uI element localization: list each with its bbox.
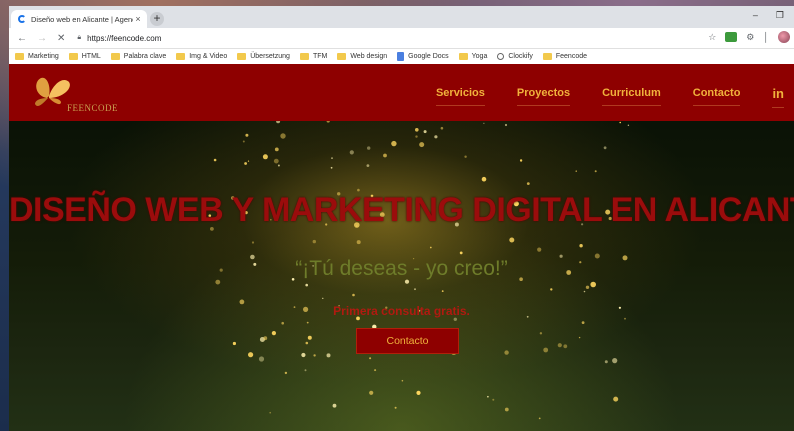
- lock-icon: 🔒︎: [77, 34, 82, 41]
- navigation-buttons: ← → ✕: [17, 33, 65, 44]
- minimize-icon[interactable]: –: [753, 10, 758, 21]
- folder-icon: [15, 53, 24, 60]
- bookmark-star-icon[interactable]: ☆: [708, 32, 716, 43]
- url-text: https://feencode.com: [87, 33, 162, 43]
- bookmark-label: Img & Video: [189, 53, 228, 60]
- bookmark-label: Palabra clave: [123, 53, 167, 60]
- hero-section: DISEÑO WEB Y MARKETING DIGITAL EN ALICAN…: [9, 121, 794, 431]
- bookmark-label: Übersetzung: [250, 53, 290, 60]
- address-bar[interactable]: 🔒︎ https://feencode.com: [77, 34, 161, 43]
- bookmark-label: TFM: [312, 53, 328, 60]
- linkedin-icon[interactable]: in: [772, 86, 784, 108]
- bookmark-label: Clockify: [508, 53, 533, 60]
- bookmark-item[interactable]: Clockify: [497, 53, 533, 60]
- site-logo[interactable]: FEENCODE: [27, 70, 137, 116]
- forward-icon[interactable]: →: [37, 33, 47, 44]
- folder-icon: [176, 53, 186, 60]
- bookmark-item[interactable]: Feencode: [542, 53, 588, 60]
- google-docs-icon: [397, 52, 405, 61]
- extension-icon[interactable]: [725, 32, 738, 42]
- bookmark-label: Yoga: [471, 53, 488, 60]
- browser-window: Diseño web en Alicante | Agencia × + – ❐…: [9, 6, 794, 431]
- nav-proyectos[interactable]: Proyectos: [516, 87, 571, 106]
- folder-icon: [337, 53, 347, 60]
- stop-icon[interactable]: ✕: [57, 33, 65, 44]
- folder-icon: [68, 53, 78, 60]
- site-header: FEENCODE Servicios Proyectos Curriculum …: [9, 64, 794, 121]
- close-tab-icon[interactable]: ×: [133, 14, 143, 24]
- address-toolbar: ← → ✕ 🔒︎ https://feencode.com ☆ ⚙ │: [9, 28, 794, 49]
- window-controls: – ❐: [753, 10, 784, 21]
- bookmark-item[interactable]: Übersetzung: [237, 53, 290, 60]
- profile-avatar[interactable]: [778, 31, 790, 43]
- nav-curriculum[interactable]: Curriculum: [602, 87, 661, 106]
- bookmark-item[interactable]: TFM: [299, 53, 328, 60]
- new-tab-button[interactable]: +: [150, 12, 164, 26]
- back-icon[interactable]: ←: [17, 33, 27, 44]
- bookmark-item[interactable]: HTML: [68, 53, 101, 60]
- extension-gear-icon[interactable]: ⚙: [746, 32, 754, 43]
- bookmark-item[interactable]: Web design: [337, 53, 387, 60]
- logo-text: FEENCODE: [67, 103, 118, 113]
- bookmark-item[interactable]: Img & Video: [176, 53, 227, 60]
- bookmark-item[interactable]: Google Docs: [397, 52, 449, 61]
- folder-icon: [299, 53, 309, 60]
- bookmarks-bar: Marketing HTML Palabra clave Img & Video…: [9, 49, 794, 65]
- bookmark-item[interactable]: Yoga: [458, 53, 488, 60]
- loading-spinner-icon: [18, 15, 26, 23]
- hero-subtitle: “¡Tú deseas - yo creo!”: [295, 257, 508, 280]
- bookmark-label: HTML: [81, 53, 101, 60]
- bookmark-label: Web design: [350, 53, 388, 60]
- tab-title: Diseño web en Alicante | Agencia: [31, 14, 133, 24]
- tab-strip: Diseño web en Alicante | Agencia × + – ❐: [9, 6, 794, 28]
- browser-tab[interactable]: Diseño web en Alicante | Agencia ×: [11, 10, 147, 28]
- folder-icon: [542, 53, 552, 60]
- folder-icon: [458, 53, 468, 60]
- bookmark-label: Feencode: [555, 53, 588, 60]
- site-navigation: Servicios Proyectos Curriculum Contacto …: [420, 64, 794, 121]
- clockify-icon: [497, 53, 505, 60]
- hero-note: Primera consulta gratis.: [333, 304, 470, 318]
- toolbar-actions: ☆ ⚙ │: [708, 31, 790, 43]
- nav-servicios[interactable]: Servicios: [435, 87, 485, 106]
- contact-button[interactable]: Contacto: [356, 328, 459, 354]
- folder-icon: [110, 53, 120, 60]
- bookmark-item[interactable]: Marketing: [15, 53, 59, 60]
- webpage: FEENCODE Servicios Proyectos Curriculum …: [9, 64, 794, 431]
- bookmark-label: Marketing: [28, 53, 59, 60]
- hero-title: DISEÑO WEB Y MARKETING DIGITAL EN ALICAN…: [9, 191, 794, 229]
- bookmark-item[interactable]: Palabra clave: [110, 53, 167, 60]
- menu-divider: │: [763, 32, 769, 42]
- folder-icon: [237, 53, 247, 60]
- restore-icon[interactable]: ❐: [776, 10, 784, 21]
- bookmark-label: Google Docs: [408, 53, 449, 60]
- nav-contacto[interactable]: Contacto: [692, 87, 741, 106]
